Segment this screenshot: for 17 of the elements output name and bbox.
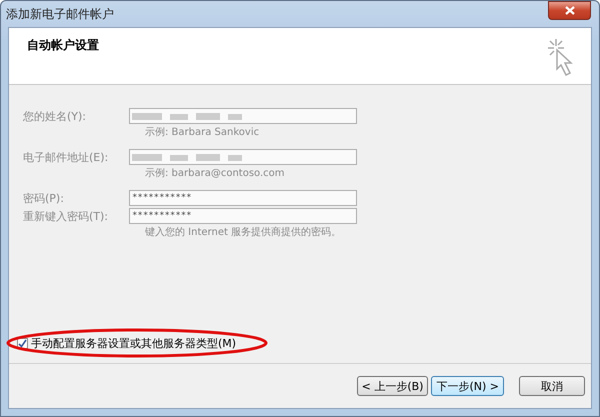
field-label: 密码(P): [23,190,65,206]
checkmark-icon [18,339,27,348]
wizard-button[interactable]: 取消 [519,376,585,396]
field-label: 您的姓名(Y): [23,108,88,124]
field-label: 重新键入密码(T): [23,208,110,224]
close-button[interactable] [548,0,591,20]
page-heading: 自动帐户设置 [27,37,99,54]
hint-text: 示例: Barbara Sankovic [145,126,260,140]
hint-text: 键入您的 Internet 服务提供商提供的密码。 [145,226,342,240]
input-field[interactable] [129,149,357,165]
input-field[interactable] [129,108,357,124]
wizard-button[interactable]: < 上一步(B) [356,376,428,396]
close-icon [564,6,574,14]
window-title: 添加新电子邮件帐户 [6,6,114,22]
hint-text: 示例: barbara@contoso.com [145,167,286,181]
wizard-button[interactable]: 下一步(N) > [431,376,504,396]
field-label: 电子邮件地址(E): [23,150,110,164]
